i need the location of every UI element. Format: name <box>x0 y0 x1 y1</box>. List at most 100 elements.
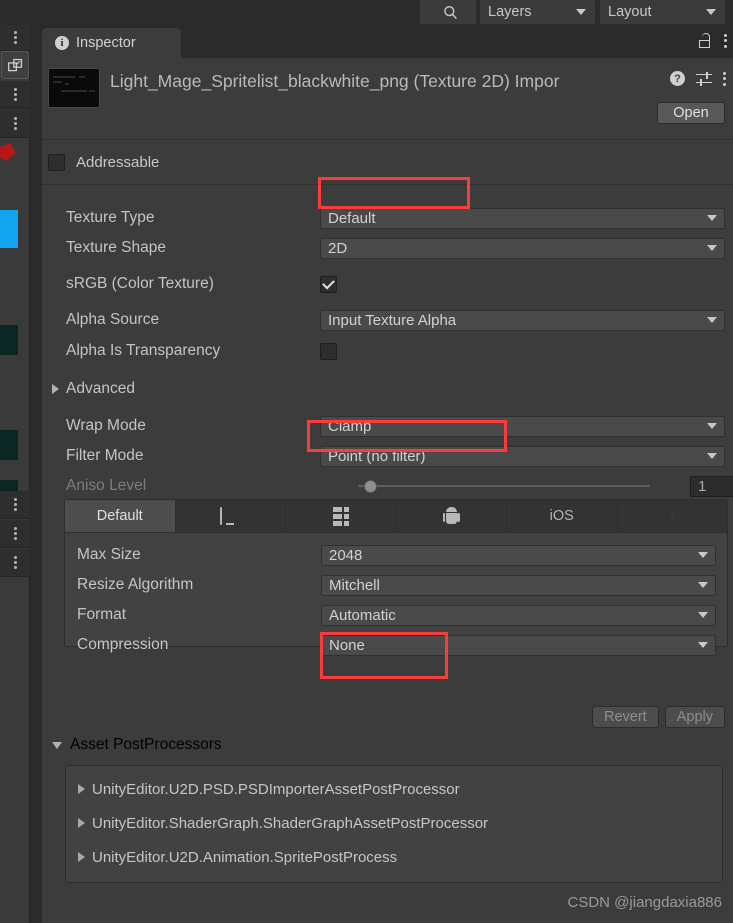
max-size-dropdown[interactable]: 2048 <box>321 544 716 566</box>
android-icon <box>442 507 460 525</box>
row-filter-mode: Filter Mode Point (no filter) <box>42 441 733 471</box>
tab-android[interactable] <box>396 500 507 532</box>
list-item[interactable]: UnityEditor.U2D.PSD.PSDImporterAssetPost… <box>66 772 722 806</box>
row-resize-algorithm: Resize Algorithm Mitchell <box>65 570 727 600</box>
tab-ios-label: iOS <box>549 508 574 524</box>
addressable-row: Addressable <box>42 140 733 185</box>
alpha-is-transparency-label: Alpha Is Transparency <box>66 342 221 359</box>
red-flag-marker <box>0 143 16 161</box>
asset-postprocessors-foldout[interactable]: Asset PostProcessors <box>42 731 733 759</box>
layers-label: Layers <box>488 4 532 20</box>
chevron-down-icon <box>707 423 717 429</box>
platform-tabs: Default iOS HTML 5 <box>65 500 727 533</box>
chevron-down-icon <box>707 245 717 251</box>
wrap-mode-label: Wrap Mode <box>66 417 146 434</box>
slider-handle[interactable] <box>364 479 377 493</box>
aniso-level-slider[interactable] <box>320 476 650 497</box>
slider-track <box>358 485 650 487</box>
drag-handle-icon <box>13 556 17 569</box>
layers-dropdown[interactable]: Layers <box>480 0 595 24</box>
revert-button[interactable]: Revert <box>592 706 659 728</box>
chevron-down-icon <box>698 642 708 648</box>
tab-inspector[interactable]: i Inspector <box>42 28 181 58</box>
monitor-icon <box>220 507 240 525</box>
apply-button[interactable]: Apply <box>664 706 725 728</box>
kebab-menu-icon[interactable] <box>723 71 726 86</box>
list-item[interactable]: UnityEditor.ShaderGraph.ShaderGraphAsset… <box>66 806 722 840</box>
chevron-right-icon <box>52 384 59 394</box>
tab-ios[interactable]: iOS <box>507 500 618 532</box>
max-size-label: Max Size <box>77 546 141 563</box>
resize-algorithm-dropdown[interactable]: Mitchell <box>321 574 716 596</box>
compression-dropdown[interactable]: None <box>321 634 716 656</box>
drag-handle-row[interactable] <box>0 520 30 548</box>
layout-label: Layout <box>608 4 652 20</box>
postprocessor-name: UnityEditor.ShaderGraph.ShaderGraphAsset… <box>92 814 489 832</box>
wrap-mode-dropdown[interactable]: Clamp <box>320 415 725 437</box>
tab-default[interactable]: Default <box>65 500 176 532</box>
row-alpha-source: Alpha Source Input Texture Alpha <box>42 305 733 335</box>
info-icon: i <box>55 36 69 50</box>
alpha-is-transparency-checkbox[interactable] <box>320 342 337 360</box>
preset-sliders-icon[interactable] <box>696 71 712 86</box>
tab-standalone[interactable] <box>175 500 286 532</box>
color-chip <box>0 325 18 355</box>
texture-type-dropdown[interactable]: Default <box>320 207 725 229</box>
chevron-down-icon <box>698 582 708 588</box>
chevron-down-icon <box>707 453 717 459</box>
list-item[interactable]: UnityEditor.U2D.Animation.SpritePostProc… <box>66 840 722 874</box>
help-icon[interactable]: ? <box>670 71 685 86</box>
row-format: Format Automatic <box>65 600 727 630</box>
advanced-label: Advanced <box>66 380 135 397</box>
expand-window-button[interactable] <box>1 51 29 79</box>
expand-window-icon <box>7 58 22 71</box>
srgb-checkbox[interactable] <box>320 275 337 293</box>
tab-dedicated-server[interactable] <box>286 500 397 532</box>
drag-handle-row[interactable] <box>0 491 30 519</box>
inspector-tabbar: i Inspector <box>42 25 733 58</box>
inspector-panel: Light_Mage_Spritelist_blackwhite_png (Te… <box>42 58 733 923</box>
aniso-level-label: Aniso Level <box>66 477 147 494</box>
addressable-checkbox[interactable] <box>48 153 65 171</box>
asset-postprocessors-title: Asset PostProcessors <box>70 736 222 753</box>
drag-handle-row[interactable] <box>0 110 30 138</box>
panel-gutter <box>30 25 42 923</box>
drag-handle-row[interactable] <box>0 81 30 109</box>
texture-shape-dropdown[interactable]: 2D <box>320 237 725 259</box>
asset-thumbnail <box>48 68 100 108</box>
row-alpha-is-transparency: Alpha Is Transparency <box>42 335 733 367</box>
drag-handle-row[interactable] <box>0 25 30 51</box>
row-compression: Compression None <box>65 630 727 660</box>
resize-algorithm-value: Mitchell <box>329 576 380 594</box>
chevron-down-icon <box>706 9 716 15</box>
search-button[interactable] <box>424 0 476 24</box>
tab-webgl[interactable]: HTML 5 <box>617 500 727 532</box>
platform-properties: Max Size 2048 Resize Algorithm Mitchell … <box>65 533 727 660</box>
advanced-foldout[interactable]: Advanced <box>42 373 733 405</box>
color-chip <box>0 430 18 460</box>
drag-handle-icon <box>13 527 17 540</box>
kebab-menu-icon[interactable] <box>724 33 727 48</box>
postprocessor-name: UnityEditor.U2D.PSD.PSDImporterAssetPost… <box>92 780 460 798</box>
chevron-down-icon <box>707 215 717 221</box>
left-dock-strip <box>0 25 30 923</box>
row-texture-type: Texture Type Default <box>42 203 733 233</box>
asset-postprocessors-list: UnityEditor.U2D.PSD.PSDImporterAssetPost… <box>65 765 723 883</box>
drag-handle-icon <box>13 88 17 101</box>
format-dropdown[interactable]: Automatic <box>321 604 716 626</box>
row-wrap-mode: Wrap Mode Clamp <box>42 411 733 441</box>
unlocked-padlock-icon[interactable] <box>699 33 712 48</box>
chevron-down-icon <box>707 317 717 323</box>
top-toolbar: Layers Layout <box>0 0 733 25</box>
drag-handle-row[interactable] <box>0 549 30 577</box>
texture-type-value: Default <box>328 209 376 227</box>
open-button[interactable]: Open <box>657 102 725 124</box>
alpha-source-dropdown[interactable]: Input Texture Alpha <box>320 309 725 331</box>
layout-dropdown[interactable]: Layout <box>600 0 725 24</box>
chevron-right-icon <box>78 852 85 862</box>
filter-mode-dropdown[interactable]: Point (no filter) <box>320 445 725 467</box>
row-aniso-level: Aniso Level 1 <box>42 471 733 501</box>
alpha-source-label: Alpha Source <box>66 311 160 328</box>
filter-mode-label: Filter Mode <box>66 447 144 464</box>
aniso-level-field[interactable]: 1 <box>690 475 733 497</box>
